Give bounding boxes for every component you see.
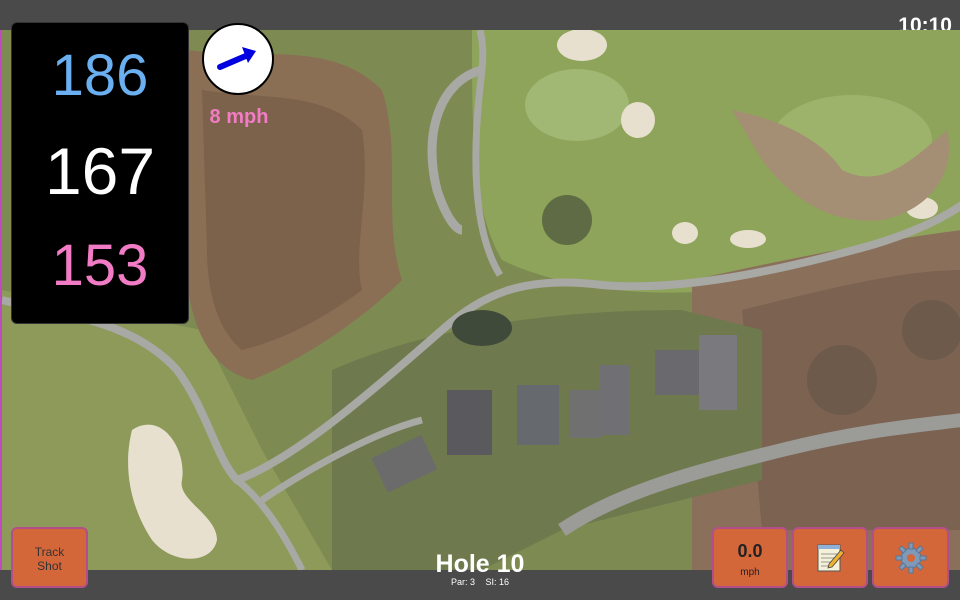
hole-title: Hole 10	[435, 550, 525, 578]
wind-speed-label: 8 mph	[209, 106, 269, 128]
notes-button[interactable]	[792, 527, 868, 588]
notepad-icon	[817, 544, 845, 571]
hole-info: Par: 3 SI: 16	[380, 577, 580, 587]
hole-stroke-index: SI: 16	[485, 577, 510, 587]
track-shot-button[interactable]: Track Shot	[11, 527, 88, 588]
track-shot-label-line2: Shot	[37, 559, 62, 573]
wind-arrow-icon	[217, 47, 256, 70]
distance-panel: 186 167 153	[11, 22, 189, 324]
settings-button[interactable]	[872, 527, 949, 588]
wind-button-value: 0.0	[737, 541, 763, 561]
wind-direction-indicator	[202, 23, 274, 95]
wind-speed-button[interactable]: 0.0 mph	[712, 527, 788, 588]
hole-par: Par: 3	[450, 577, 475, 587]
middle-distance: 167	[44, 134, 156, 208]
gear-icon	[895, 542, 926, 573]
back-distance: 186	[51, 43, 149, 108]
front-distance: 153	[51, 233, 149, 298]
track-shot-label-line1: Track	[34, 545, 65, 559]
wind-button-unit: mph	[740, 567, 760, 578]
